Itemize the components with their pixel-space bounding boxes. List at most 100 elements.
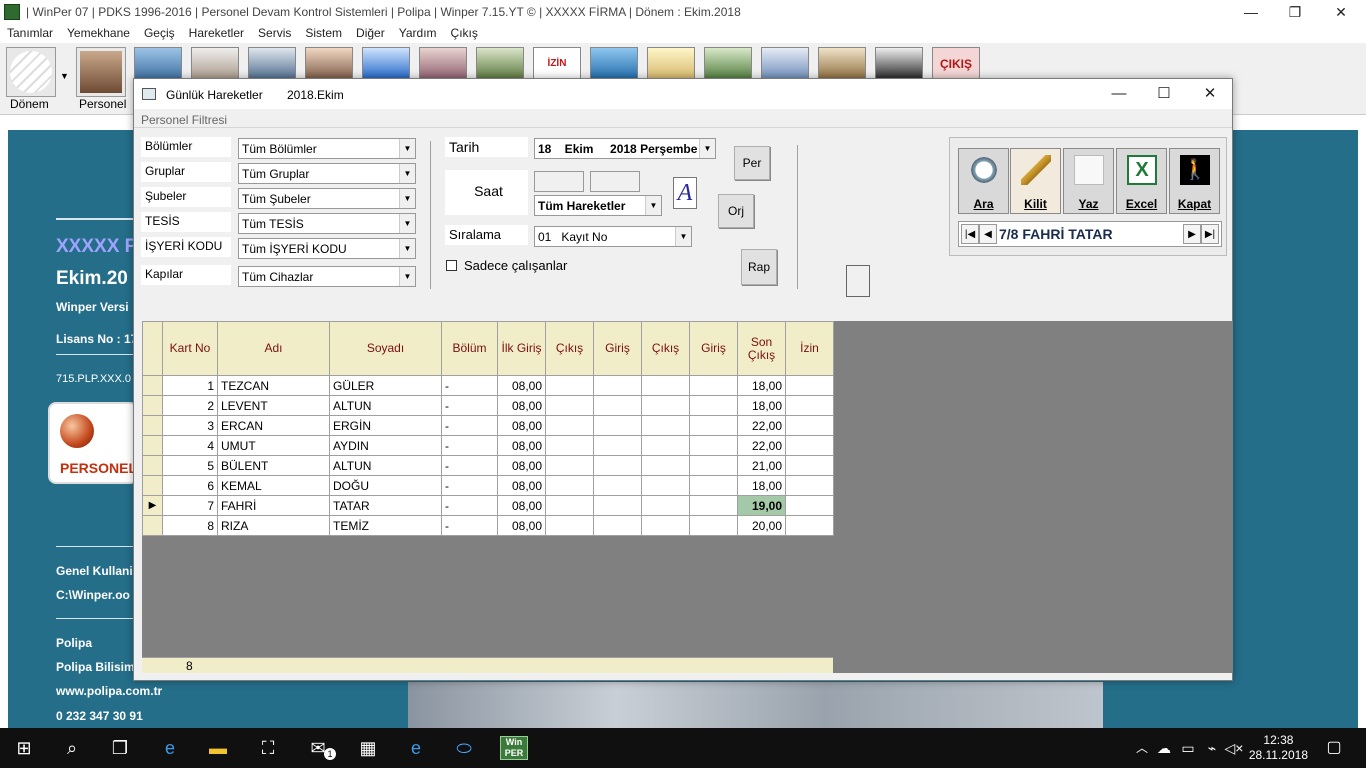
saat-start-input[interactable] bbox=[534, 171, 584, 192]
col-bolum[interactable]: Bölüm bbox=[441, 321, 498, 376]
cell-bolum[interactable]: - bbox=[441, 515, 498, 536]
prev-record-icon[interactable]: ◀ bbox=[979, 224, 997, 244]
col-giris-2[interactable]: Giriş bbox=[593, 321, 642, 376]
cell-giris[interactable] bbox=[689, 475, 738, 496]
cell-soyadi[interactable]: ERGİN bbox=[329, 415, 442, 436]
card-icon[interactable] bbox=[419, 47, 467, 81]
donem-button[interactable] bbox=[6, 47, 56, 97]
cell-ilk-giris[interactable]: 08,00 bbox=[497, 455, 546, 476]
cell-soyadi[interactable]: ALTUN bbox=[329, 455, 442, 476]
cell-cikis[interactable] bbox=[545, 415, 594, 436]
cell-izin[interactable] bbox=[785, 395, 834, 416]
cell-bolum[interactable]: - bbox=[441, 455, 498, 476]
network-icon[interactable]: ▭ bbox=[1176, 736, 1200, 760]
cell-bolum[interactable]: - bbox=[441, 415, 498, 436]
clock-icon[interactable] bbox=[248, 47, 296, 81]
windows-start-icon[interactable]: ⊞ bbox=[12, 736, 36, 760]
table-row[interactable]: 3 ERCAN ERGİN - 08,00 22,00 bbox=[142, 415, 834, 436]
cash-icon[interactable] bbox=[818, 47, 866, 81]
cell-adi[interactable]: BÜLENT bbox=[217, 455, 330, 476]
col-cikis-2[interactable]: Çıkış bbox=[641, 321, 690, 376]
row-indicator[interactable] bbox=[142, 515, 163, 536]
cell-ilk-giris[interactable]: 08,00 bbox=[497, 495, 546, 516]
onedrive-icon[interactable]: ☁ bbox=[1152, 736, 1176, 760]
cell-giris[interactable] bbox=[593, 515, 642, 536]
cell-giris[interactable] bbox=[689, 435, 738, 456]
siralama-select[interactable]: 01 Kayıt No ▼ bbox=[534, 226, 692, 247]
table-row[interactable]: 6 KEMAL DOĞU - 08,00 18,00 bbox=[142, 475, 834, 496]
cell-kart-no[interactable]: 6 bbox=[162, 475, 218, 496]
menu-servis[interactable]: Servis bbox=[251, 24, 298, 43]
menu-sistem[interactable]: Sistem bbox=[298, 24, 349, 43]
cell-bolum[interactable]: - bbox=[441, 435, 498, 456]
tray-chevron-icon[interactable]: ︿ bbox=[1130, 736, 1154, 760]
first-record-icon[interactable]: |◀ bbox=[961, 224, 979, 244]
table-row[interactable]: 5 BÜLENT ALTUN - 08,00 21,00 bbox=[142, 455, 834, 476]
gruplar-select[interactable]: Tüm Gruplar ▼ bbox=[238, 163, 416, 184]
col-cikis-1[interactable]: Çıkış bbox=[545, 321, 594, 376]
cell-adi[interactable]: LEVENT bbox=[217, 395, 330, 416]
cell-cikis[interactable] bbox=[545, 475, 594, 496]
cell-cikis[interactable] bbox=[641, 495, 690, 516]
dialog-maximize-button[interactable]: ☐ bbox=[1141, 83, 1187, 105]
cell-son-cikis[interactable]: 18,00 bbox=[737, 475, 786, 496]
cell-ilk-giris[interactable]: 08,00 bbox=[497, 435, 546, 456]
row-indicator[interactable] bbox=[142, 435, 163, 456]
donem-dropdown-icon[interactable]: ▼ bbox=[60, 71, 69, 81]
excel-button[interactable]: X Excel bbox=[1116, 148, 1167, 214]
cell-cikis[interactable] bbox=[545, 375, 594, 396]
col-son-cikis[interactable]: Son Çıkış bbox=[737, 321, 786, 376]
cell-son-cikis-selected[interactable]: 19,00 bbox=[737, 495, 786, 516]
cell-soyadi[interactable]: TATAR bbox=[329, 495, 442, 516]
cell-kart-no[interactable]: 5 bbox=[162, 455, 218, 476]
table-row[interactable]: 2 LEVENT ALTUN - 08,00 18,00 bbox=[142, 395, 834, 416]
current-row-arrow-icon[interactable]: ▶ bbox=[142, 495, 163, 516]
edge-browser-icon[interactable]: e bbox=[158, 736, 182, 760]
cell-son-cikis[interactable]: 20,00 bbox=[737, 515, 786, 536]
store-icon[interactable]: ⛶ bbox=[256, 736, 280, 760]
cell-adi[interactable]: RIZA bbox=[217, 515, 330, 536]
cell-cikis[interactable] bbox=[641, 415, 690, 436]
table-row-selected[interactable]: ▶ 7 FAHRİ TATAR - 08,00 19,00 bbox=[142, 495, 834, 516]
row-indicator[interactable] bbox=[142, 395, 163, 416]
cell-giris[interactable] bbox=[689, 455, 738, 476]
report-icon[interactable] bbox=[704, 47, 752, 81]
cell-cikis[interactable] bbox=[641, 435, 690, 456]
menu-gecis[interactable]: Geçiş bbox=[137, 24, 182, 43]
cell-adi[interactable]: UMUT bbox=[217, 435, 330, 456]
cell-son-cikis[interactable]: 22,00 bbox=[737, 415, 786, 436]
cell-giris[interactable] bbox=[593, 395, 642, 416]
cell-izin[interactable] bbox=[785, 495, 834, 516]
cell-bolum[interactable]: - bbox=[441, 395, 498, 416]
cell-ilk-giris[interactable]: 08,00 bbox=[497, 475, 546, 496]
crowd-icon[interactable] bbox=[875, 47, 923, 81]
ara-button[interactable]: Ara bbox=[958, 148, 1009, 214]
row-indicator[interactable] bbox=[142, 415, 163, 436]
tarih-picker[interactable]: 18 Ekim 2018 Perşembe ▼ bbox=[534, 138, 716, 159]
dialog-minimize-button[interactable]: — bbox=[1096, 83, 1142, 105]
cell-cikis[interactable] bbox=[641, 455, 690, 476]
bolumler-select[interactable]: Tüm Bölümler ▼ bbox=[238, 138, 416, 159]
font-icon[interactable]: A bbox=[673, 177, 697, 209]
next-record-icon[interactable]: ▶ bbox=[1183, 224, 1201, 244]
cell-giris[interactable] bbox=[593, 455, 642, 476]
menu-yardim[interactable]: Yardım bbox=[392, 24, 444, 43]
menu-tanimlar[interactable]: Tanımlar bbox=[0, 24, 60, 43]
menu-yemekhane[interactable]: Yemekhane bbox=[60, 24, 137, 43]
cell-cikis[interactable] bbox=[641, 395, 690, 416]
cell-izin[interactable] bbox=[785, 455, 834, 476]
orj-button[interactable]: Orj bbox=[718, 194, 754, 228]
cell-cikis[interactable] bbox=[641, 375, 690, 396]
cell-cikis[interactable] bbox=[545, 455, 594, 476]
cell-kart-no[interactable]: 8 bbox=[162, 515, 218, 536]
cell-giris[interactable] bbox=[689, 515, 738, 536]
clock[interactable]: 12:38 28.11.2018 bbox=[1249, 733, 1308, 763]
power-icon[interactable]: ⌁ bbox=[1200, 736, 1224, 760]
cell-izin[interactable] bbox=[785, 475, 834, 496]
dialog-close-button[interactable]: ✕ bbox=[1187, 83, 1233, 105]
cell-ilk-giris[interactable]: 08,00 bbox=[497, 375, 546, 396]
cell-giris[interactable] bbox=[689, 375, 738, 396]
col-giris-3[interactable]: Giriş bbox=[689, 321, 738, 376]
cell-kart-no[interactable]: 1 bbox=[162, 375, 218, 396]
kapat-button[interactable]: 🚶 Kapat bbox=[1169, 148, 1220, 214]
